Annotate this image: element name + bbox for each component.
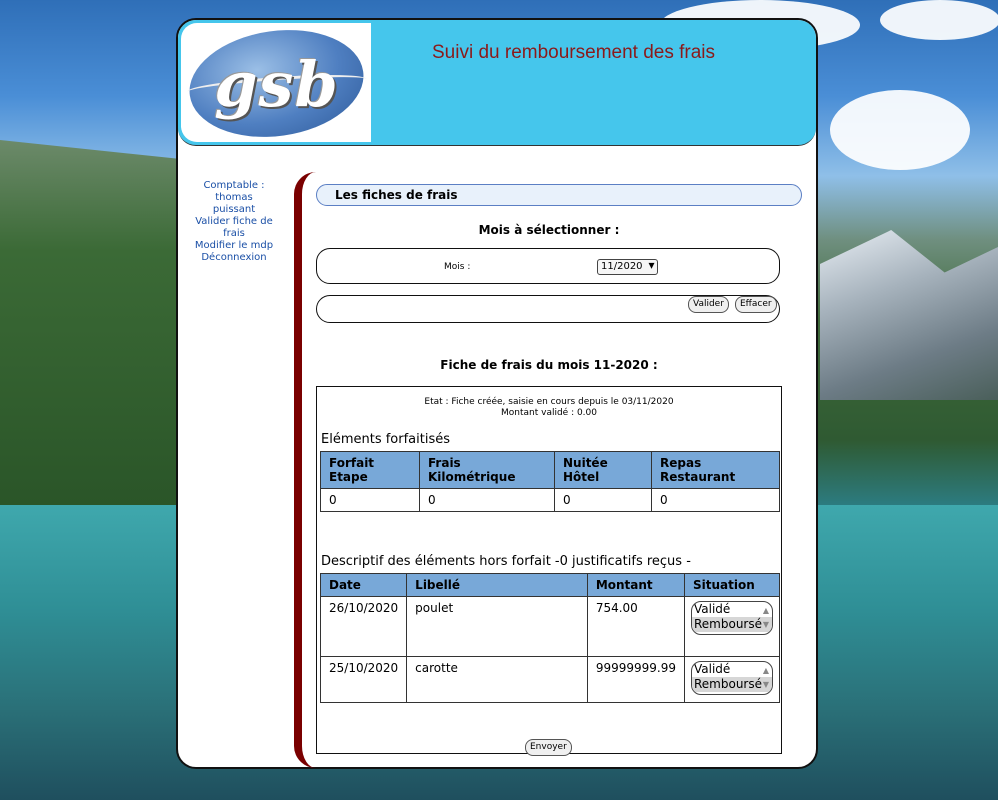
fiche-montant: Montant validé : 0.00	[501, 408, 597, 418]
row-situation: Validé Remboursé ▲ ▼	[684, 656, 780, 703]
hors-header: Date	[319, 573, 408, 597]
menu-item-deconnexion[interactable]: Déconnexion	[194, 252, 274, 264]
cloud	[830, 90, 970, 170]
hors-header: Libellé	[406, 573, 588, 597]
table-row: 25/10/2020 carotte 99999999.99 Validé Re…	[319, 656, 780, 703]
menu-user: thomas puissant	[212, 192, 256, 215]
situation-listbox[interactable]: Validé Remboursé ▲ ▼	[691, 661, 773, 695]
situation-listbox[interactable]: Validé Remboursé ▲ ▼	[691, 601, 773, 635]
fiche-title: Fiche de frais du mois 11-2020 :	[440, 358, 658, 372]
mois-label: Mois :	[444, 262, 471, 272]
fiche-status: Etat : Fiche créée, saisie en cours depu…	[317, 397, 781, 419]
valider-button[interactable]: Valider	[688, 296, 729, 313]
snow-mountain	[820, 230, 998, 400]
logo-text: gsb	[214, 48, 339, 121]
form-buttons-box: Valider Effacer	[316, 295, 780, 323]
forfait-header: Repas Restaurant	[651, 451, 780, 489]
menu-role: Comptable :	[203, 180, 265, 191]
gsb-logo: gsb	[181, 19, 371, 148]
forfait-header: Forfait Etape	[320, 451, 420, 489]
forfait-header: Nuitée Hôtel	[554, 451, 652, 489]
menu-item-modifier-mdp[interactable]: Modifier le mdp	[194, 240, 274, 252]
mois-select[interactable]: 11/2020	[597, 259, 658, 275]
row-date: 26/10/2020	[319, 596, 408, 657]
row-libelle: poulet	[406, 596, 588, 657]
effacer-button[interactable]: Effacer	[735, 296, 777, 313]
table-row: 26/10/2020 poulet 754.00 Validé Rembours…	[319, 596, 780, 657]
fiche-etat: Etat : Fiche créée, saisie en cours depu…	[424, 397, 674, 407]
forfait-table: Forfait Etape Frais Kilométrique Nuitée …	[320, 451, 780, 512]
scroll-arrows-icon[interactable]: ▲ ▼	[763, 604, 769, 632]
envoyer-button[interactable]: Envoyer	[525, 739, 572, 756]
sidebar-menu: Comptable : thomas puissant Valider fich…	[194, 180, 274, 264]
option-valide[interactable]: Validé	[692, 602, 772, 617]
option-rembourse[interactable]: Remboursé	[692, 677, 772, 692]
row-situation: Validé Remboursé ▲ ▼	[684, 596, 780, 657]
row-montant: 99999999.99	[586, 656, 686, 703]
row-libelle: carotte	[406, 656, 588, 703]
option-valide[interactable]: Validé	[692, 662, 772, 677]
forfait-value: 0	[554, 488, 652, 512]
row-date: 25/10/2020	[319, 656, 408, 703]
scroll-arrows-icon[interactable]: ▲ ▼	[763, 664, 769, 692]
option-rembourse[interactable]: Remboursé	[692, 617, 772, 632]
forfait-header: Frais Kilométrique	[419, 451, 555, 489]
cloud	[880, 0, 998, 40]
mois-prompt: Mois à sélectionner :	[478, 223, 620, 237]
header-banner: gsb Suivi du remboursement des frais	[178, 19, 816, 148]
app-title: Suivi du remboursement des frais	[432, 42, 716, 63]
hors-forfait-table: Date Libellé Montant Situation 26/10/202…	[319, 573, 780, 703]
hors-header: Situation	[684, 573, 780, 597]
app-window: gsb Suivi du remboursement des frais Com…	[176, 18, 818, 769]
fiche-panel: Etat : Fiche créée, saisie en cours depu…	[316, 386, 782, 756]
section-title: Les fiches de frais	[316, 184, 802, 206]
hors-forfait-heading: Descriptif des éléments hors forfait -0 …	[321, 554, 691, 569]
hors-header: Montant	[586, 573, 686, 597]
forfait-value: 0	[651, 488, 780, 512]
row-montant: 754.00	[586, 596, 686, 657]
mois-form-box: Mois : 11/2020	[316, 248, 780, 284]
main-content: Les fiches de frais Mois à sélectionner …	[294, 172, 812, 768]
menu-item-valider-fiche[interactable]: Valider fiche de frais	[194, 216, 274, 240]
forest-hill	[0, 140, 176, 510]
forfait-value: 0	[320, 488, 420, 512]
forfait-heading: Eléments forfaitisés	[321, 432, 451, 447]
forfait-value: 0	[419, 488, 555, 512]
